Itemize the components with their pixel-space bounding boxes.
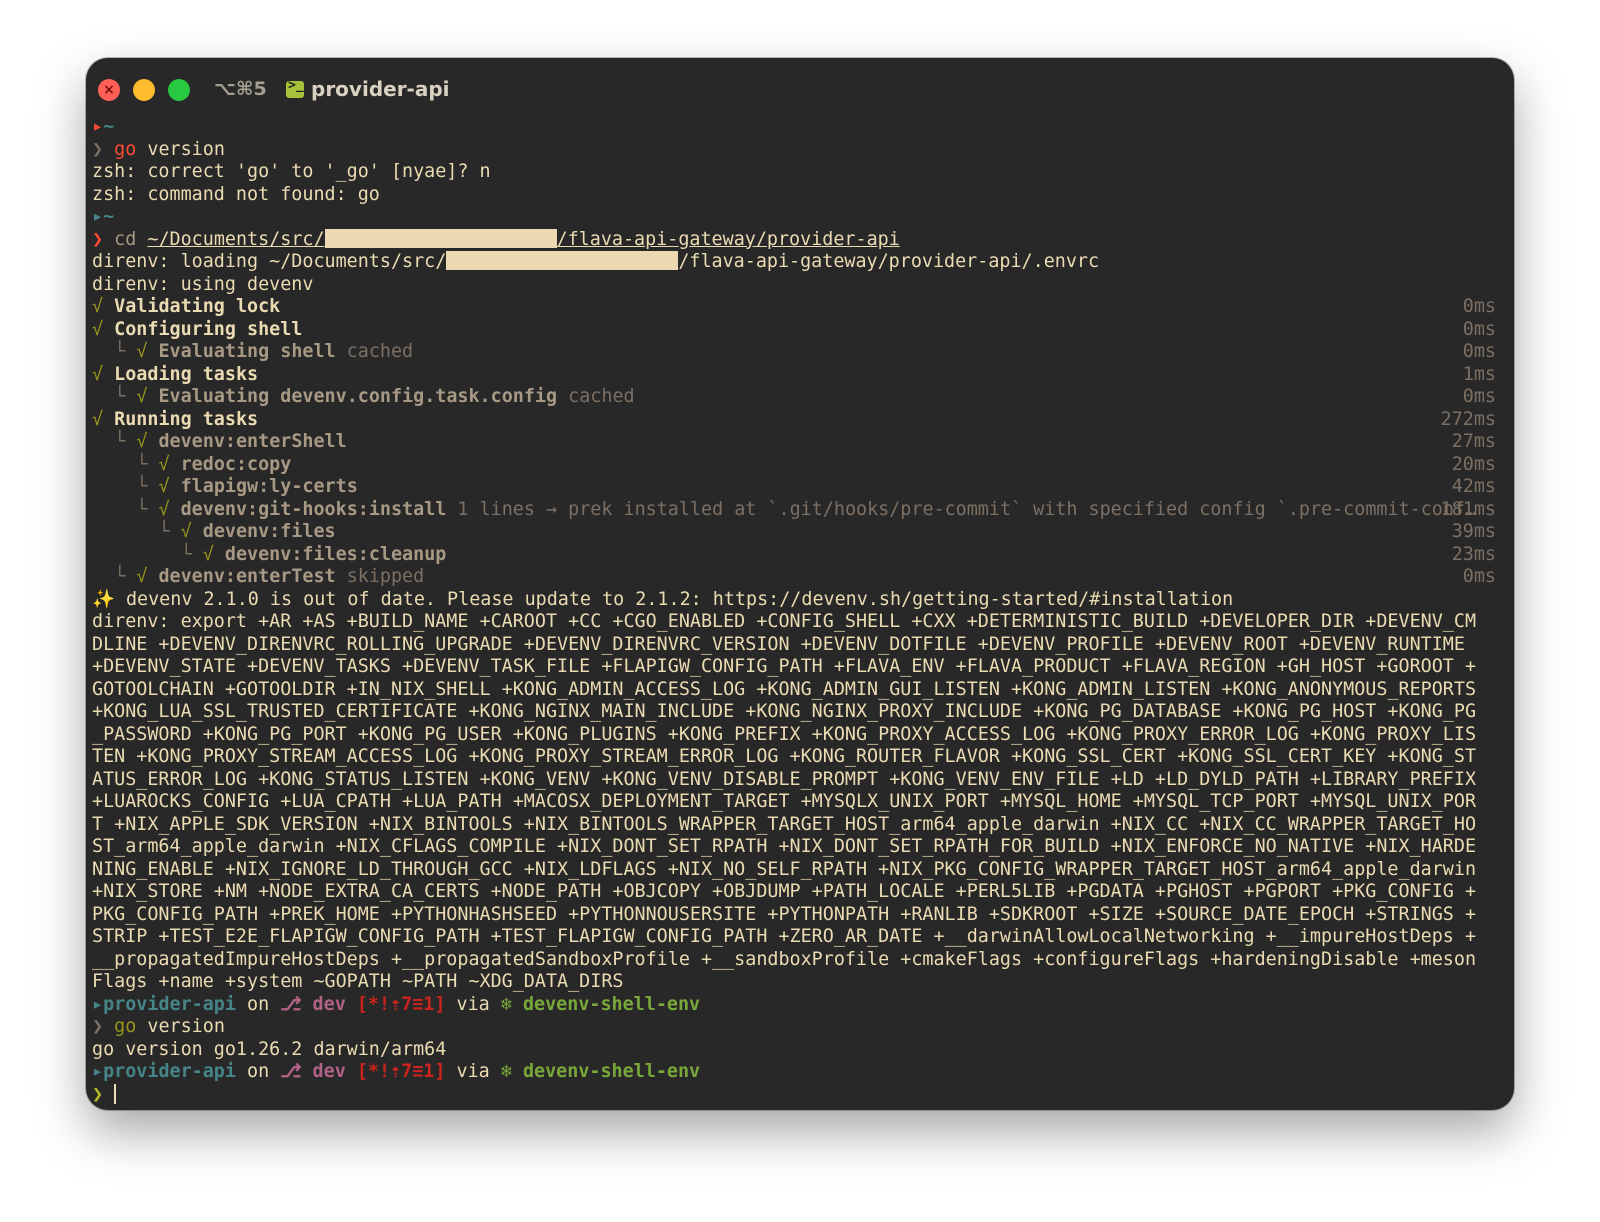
task-indent: √ xyxy=(92,296,115,317)
output-line: direnv: loading ~/Documents/src//flava-a… xyxy=(92,251,1100,272)
task-row: └ √ redoc:copy 20ms xyxy=(92,454,1508,477)
task-duration: 23ms xyxy=(1451,543,1496,565)
task-note: skipped xyxy=(335,566,425,587)
task-row: └ √ Evaluating devenv.config.task.config… xyxy=(92,386,1508,409)
close-icon: × xyxy=(103,82,115,98)
task-indent xyxy=(92,544,181,565)
task-branch: └ √ xyxy=(136,476,181,497)
task-name: Evaluating devenv.config.task.config xyxy=(158,386,558,407)
task-branch: └ √ xyxy=(114,386,159,407)
task-name: Loading tasks xyxy=(114,363,259,385)
task-name: devenv:enterShell xyxy=(158,431,347,452)
task-row: └ √ flapigw:ly-certs 42ms xyxy=(92,476,1508,499)
task-branch: └ √ xyxy=(114,431,159,452)
task-indent xyxy=(92,566,114,587)
command-line: ❯ go version xyxy=(92,1016,225,1037)
task-row: √ Running tasks 272ms xyxy=(92,409,1508,432)
task-name: Evaluating shell xyxy=(158,341,336,362)
task-indent xyxy=(92,521,158,542)
task-row: √ Validating lock 0ms xyxy=(92,296,1508,319)
task-indent: √ xyxy=(92,408,115,430)
task-name: redoc:copy xyxy=(180,453,292,475)
task-name: flapigw:ly-certs xyxy=(180,476,358,497)
snowflake-icon: ❄ xyxy=(500,993,512,1015)
task-row: └ √ devenv:enterShell 27ms xyxy=(92,431,1508,454)
task-duration: 0ms xyxy=(1462,341,1496,362)
task-name: devenv:files xyxy=(202,521,336,542)
task-row: √ Loading tasks 1ms xyxy=(92,364,1508,387)
window-title: provider-api xyxy=(311,77,450,101)
terminal-output[interactable]: ▸~ ❯ go version zsh: correct 'go' to '_g… xyxy=(92,116,1508,1106)
task-note: cached xyxy=(335,341,414,362)
command-line: ❯ go version xyxy=(92,138,225,160)
redacted-block xyxy=(446,251,679,270)
task-name: devenv:git-hooks:install xyxy=(180,498,447,520)
task-duration: 1ms xyxy=(1462,363,1496,385)
task-branch: └ √ xyxy=(114,341,159,362)
task-name: Validating lock xyxy=(114,296,281,317)
task-branch: └ √ xyxy=(180,543,225,565)
git-branch-icon: ⎇ xyxy=(280,993,302,1015)
output-line: zsh: command not found: go xyxy=(92,183,380,205)
task-row: └ √ devenv:git-hooks:install 1 lines → p… xyxy=(92,499,1508,522)
prompt-home-line: ▸~ xyxy=(92,206,115,227)
task-branch: └ √ xyxy=(136,498,181,520)
command-line: ❯ cd ~/Documents/src//flava-api-gateway/… xyxy=(92,228,900,250)
redacted-block xyxy=(324,228,557,248)
prompt-line: ▸provider-api on ⎇ dev [*!⇡7≡1] via ❄ de… xyxy=(92,993,701,1015)
task-name: Configuring shell xyxy=(114,318,303,340)
task-indent xyxy=(92,431,114,452)
task-duration: 20ms xyxy=(1451,453,1496,475)
task-note: cached xyxy=(557,386,635,407)
task-indent: √ xyxy=(92,363,115,385)
task-row: └ √ devenv:files 39ms xyxy=(92,521,1508,544)
prompt-line: ▸provider-api on ⎇ dev [*!⇡7≡1] via ❄ de… xyxy=(92,1061,701,1082)
task-row: √ Configuring shell 0ms xyxy=(92,319,1508,342)
task-branch: └ √ xyxy=(114,566,159,587)
task-duration: 42ms xyxy=(1451,476,1496,497)
terminal-icon: >_ xyxy=(286,78,304,98)
tab-shortcut: ⌥⌘5 xyxy=(214,78,267,100)
task-row: └ √ devenv:enterTest skipped 0ms xyxy=(92,566,1508,589)
prompt-home-line: ▸~ xyxy=(92,116,115,137)
snowflake-icon: ❄ xyxy=(500,1061,512,1082)
title-bar: × ⌥⌘5 >_ provider-api xyxy=(86,58,1514,120)
task-duration: 39ms xyxy=(1451,521,1496,542)
task-duration: 0ms xyxy=(1462,296,1496,317)
close-button[interactable]: × xyxy=(98,79,120,101)
terminal-window: × ⌥⌘5 >_ provider-api ▸~ ❯ go version zs… xyxy=(86,58,1514,1110)
task-duration: 0ms xyxy=(1462,566,1496,587)
output-line: direnv: using devenv xyxy=(92,273,314,295)
task-row: └ √ Evaluating shell cached 0ms xyxy=(92,341,1508,364)
maximize-button[interactable] xyxy=(168,79,190,101)
task-indent xyxy=(92,454,136,475)
task-name: devenv:enterTest xyxy=(158,566,336,587)
output-line: zsh: correct 'go' to '_go' [nyae]? n xyxy=(92,161,491,182)
task-duration: 272ms xyxy=(1440,408,1496,430)
task-name: devenv:files:cleanup xyxy=(224,543,447,565)
task-indent xyxy=(92,499,136,520)
task-duration: 0ms xyxy=(1462,318,1496,340)
task-note: 1 lines → prek installed at `.git/hooks/… xyxy=(446,498,1477,520)
task-branch: └ √ xyxy=(136,453,181,475)
direnv-export: direnv: export +AR +AS +BUILD_NAME +CARO… xyxy=(92,611,1488,992)
task-indent xyxy=(92,476,136,497)
minimize-button[interactable] xyxy=(133,79,155,101)
output-line: go version go1.26.2 darwin/arm64 xyxy=(92,1038,447,1060)
input-line[interactable]: ❯ xyxy=(92,1083,1508,1107)
task-indent xyxy=(92,386,114,407)
task-list: √ Validating lock 0ms √ Configuring shell 0… xyxy=(92,296,1508,589)
task-row: └ √ devenv:files:cleanup 23ms xyxy=(92,544,1508,567)
task-name: Running tasks xyxy=(114,408,259,430)
task-duration: 27ms xyxy=(1451,431,1496,452)
task-duration: 0ms xyxy=(1462,386,1496,407)
git-branch-icon: ⎇ xyxy=(280,1061,302,1082)
task-indent: √ xyxy=(92,318,115,340)
text-cursor xyxy=(114,1083,117,1104)
task-duration: 181ms xyxy=(1440,498,1496,520)
task-branch: └ √ xyxy=(158,521,203,542)
task-indent xyxy=(92,341,114,362)
update-notice: ✨ devenv 2.1.0 is out of date. Please up… xyxy=(92,588,1234,610)
